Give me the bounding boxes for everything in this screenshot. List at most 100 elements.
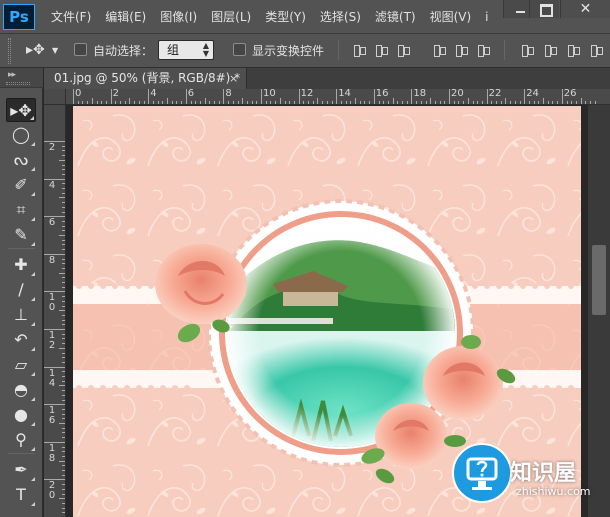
align-left-icon[interactable] bbox=[432, 43, 446, 57]
document-tab[interactable]: 01.jpg @ 50% (背景, RGB/8#) * × bbox=[44, 68, 247, 89]
type-tool[interactable]: T bbox=[6, 483, 36, 507]
ruler-tick bbox=[62, 319, 65, 321]
ruler-tick bbox=[62, 470, 65, 471]
menu-item[interactable]: 文件(F) bbox=[44, 0, 98, 34]
eraser-tool[interactable]: ▱ bbox=[6, 353, 36, 377]
distribute-bottom-icon[interactable] bbox=[566, 43, 580, 57]
ruler-tick bbox=[44, 291, 65, 293]
ruler-tick bbox=[416, 101, 418, 104]
ruler-label: 4 bbox=[48, 179, 56, 191]
ruler-tick bbox=[547, 101, 549, 104]
horizontal-ruler[interactable]: 0 2 4 6 8 10 12 14 16 18 20 22 24 26 bbox=[66, 89, 610, 105]
ruler-tick bbox=[44, 253, 65, 255]
move-icon: ▸✥ bbox=[10, 101, 32, 120]
options-bar-grip[interactable] bbox=[8, 38, 11, 64]
history-brush-tool[interactable]: ↶ bbox=[6, 328, 36, 352]
ruler-tick bbox=[350, 101, 352, 104]
menu-item[interactable]: 编辑(E) bbox=[98, 0, 153, 34]
tool-flyout-indicator bbox=[31, 242, 35, 246]
dodge-tool[interactable]: ⚲ bbox=[6, 428, 36, 452]
move-tool[interactable]: ▸✥ bbox=[6, 98, 36, 122]
show-transform-checkbox[interactable] bbox=[233, 43, 246, 56]
ruler-tick bbox=[110, 89, 112, 104]
brush-tool[interactable]: ∕ bbox=[6, 278, 36, 302]
ruler-label: 2 bbox=[48, 142, 56, 153]
ruler-tick bbox=[218, 101, 220, 104]
scrollbar-thumb[interactable] bbox=[592, 245, 606, 315]
distribute-left-icon[interactable] bbox=[589, 43, 603, 57]
chevron-down-icon[interactable]: ▼ bbox=[52, 46, 58, 55]
align-right-icon[interactable] bbox=[476, 43, 490, 57]
ruler-tick bbox=[129, 98, 131, 104]
close-window-button[interactable]: ✕ bbox=[560, 0, 610, 18]
menu-item[interactable]: i bbox=[478, 0, 495, 34]
ruler-tick bbox=[167, 98, 168, 104]
ruler-tick bbox=[62, 220, 65, 222]
ruler-label: 1 8 bbox=[48, 442, 56, 464]
quick-select-tool[interactable]: ✐ bbox=[6, 173, 36, 197]
ruler-tick bbox=[228, 101, 230, 104]
ruler-tick bbox=[59, 310, 65, 312]
align-top-icon[interactable] bbox=[352, 43, 366, 57]
ruler-tick bbox=[62, 493, 65, 495]
tool-flyout-indicator bbox=[31, 347, 35, 351]
ruler-tick bbox=[62, 282, 65, 283]
ruler-tick bbox=[458, 101, 460, 104]
ruler-tick bbox=[62, 390, 65, 392]
menu-item[interactable]: 图层(L) bbox=[204, 0, 258, 34]
align-vertical-center-icon[interactable] bbox=[374, 43, 388, 57]
auto-select-target-value: 组 bbox=[167, 43, 180, 57]
ruler-tick bbox=[62, 173, 65, 175]
menu-item[interactable]: 滤镜(T) bbox=[368, 0, 423, 34]
clone-stamp-tool[interactable]: ⊥ bbox=[6, 303, 36, 327]
ruler-tick bbox=[120, 101, 121, 104]
ruler-tick bbox=[44, 178, 65, 180]
tools-panel-header[interactable]: ▸▸ bbox=[0, 68, 43, 88]
ruler-label: 6 bbox=[187, 89, 195, 99]
auto-select-target-dropdown[interactable]: 组 ▲ ▼ bbox=[158, 40, 214, 60]
panel-grip bbox=[6, 82, 30, 85]
pen-tool[interactable]: ✒ bbox=[6, 458, 36, 482]
menu-item[interactable]: 图像(I) bbox=[153, 0, 204, 34]
ruler-tick bbox=[204, 98, 206, 104]
menu-item[interactable]: 类型(Y) bbox=[258, 0, 313, 34]
ruler-tick bbox=[345, 101, 347, 104]
vertical-ruler[interactable]: 2 4 6 8 1 0 1 2 1 4 1 6 1 8 2 0 bbox=[44, 105, 66, 517]
ruler-tick bbox=[477, 101, 479, 104]
photoshop-logo: Ps bbox=[3, 4, 35, 30]
blur-tool[interactable]: ● bbox=[6, 403, 36, 427]
menu-item[interactable]: 选择(S) bbox=[313, 0, 368, 34]
ruler-tick bbox=[62, 371, 65, 373]
ruler-tick bbox=[62, 512, 65, 514]
ruler-label: 6 bbox=[48, 217, 56, 229]
quick-select-icon: ✐ bbox=[14, 175, 28, 194]
move-tool-preset-icon[interactable]: ▸✥ bbox=[26, 42, 45, 58]
marquee-tool[interactable]: ◯ bbox=[6, 123, 36, 147]
close-tab-icon[interactable]: × bbox=[229, 68, 238, 89]
crop-tool[interactable]: ⌗ bbox=[6, 198, 36, 222]
tool-flyout-indicator bbox=[31, 447, 35, 451]
paint-bucket-tool[interactable]: ◓ bbox=[6, 378, 36, 402]
distribute-center-icon[interactable] bbox=[543, 43, 557, 57]
lasso-tool[interactable]: ᔓ bbox=[6, 148, 36, 172]
menu-item[interactable]: 视图(V) bbox=[423, 0, 479, 34]
ruler-tick bbox=[62, 413, 65, 415]
eyedropper-tool[interactable]: ✎ bbox=[6, 223, 36, 247]
eraser-icon: ▱ bbox=[14, 355, 28, 374]
ruler-tick bbox=[91, 98, 93, 104]
align-bottom-icon[interactable] bbox=[396, 43, 410, 57]
distribute-top-icon[interactable] bbox=[520, 43, 534, 57]
ruler-origin[interactable] bbox=[44, 89, 66, 105]
ruler-tick bbox=[585, 101, 587, 104]
eyedropper-icon: ✎ bbox=[14, 225, 28, 244]
ruler-tick bbox=[195, 101, 197, 104]
maximize-button[interactable] bbox=[529, 0, 559, 18]
align-horizontal-center-icon[interactable] bbox=[454, 43, 468, 57]
ruler-tick bbox=[62, 333, 65, 335]
auto-select-checkbox[interactable] bbox=[74, 43, 87, 56]
tool-flyout-indicator bbox=[31, 397, 35, 401]
ruler-tick bbox=[580, 98, 582, 104]
ruler-label: 18 bbox=[413, 89, 427, 99]
healing-brush-tool[interactable]: ✚ bbox=[6, 253, 36, 277]
ruler-tick bbox=[62, 202, 65, 204]
